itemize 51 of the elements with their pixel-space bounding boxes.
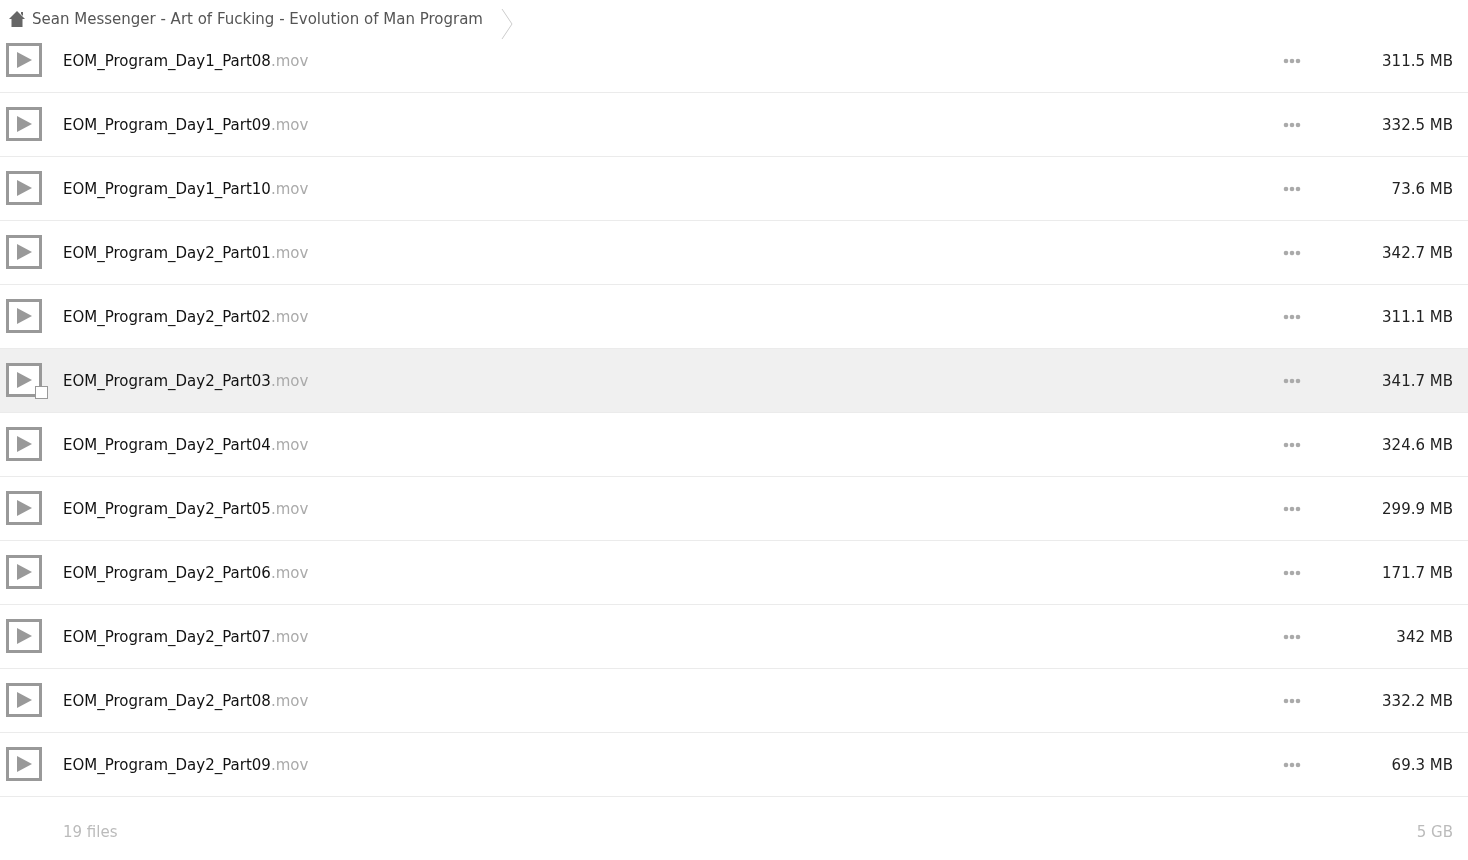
file-name[interactable]: EOM_Program_Day2_Part03.mov — [63, 371, 1283, 390]
file-name[interactable]: EOM_Program_Day2_Part08.mov — [63, 691, 1283, 710]
more-icon[interactable] — [1283, 569, 1301, 576]
home-icon[interactable] — [8, 10, 26, 28]
file-size: 342.7 MB — [1381, 243, 1453, 262]
file-name[interactable]: EOM_Program_Day2_Part09.mov — [63, 755, 1283, 774]
more-icon[interactable] — [1283, 505, 1301, 512]
file-size: 299.9 MB — [1381, 499, 1453, 518]
file-size: 69.3 MB — [1390, 755, 1453, 774]
more-icon[interactable] — [1283, 121, 1301, 128]
breadcrumb-link[interactable]: Sean Messenger - Art of Fucking - Evolution of Man Program — [32, 9, 483, 29]
file-name[interactable]: EOM_Program_Day2_Part05.mov — [63, 499, 1283, 518]
file-count: 19 files — [63, 823, 118, 841]
file-row[interactable]: EOM_Program_Day2_Part08.mov 332.2 MB — [0, 669, 1468, 733]
file-row[interactable]: EOM_Program_Day2_Part06.mov 171.7 MB — [0, 541, 1468, 605]
file-row[interactable]: EOM_Program_Day2_Part09.mov 69.3 MB — [0, 733, 1468, 797]
file-size: 341.7 MB — [1381, 371, 1453, 390]
more-icon[interactable] — [1283, 377, 1301, 384]
file-size: 342 MB — [1395, 627, 1453, 646]
file-row[interactable]: EOM_Program_Day1_Part10.mov 73.6 MB — [0, 157, 1468, 221]
more-icon[interactable] — [1283, 761, 1301, 768]
file-size: 332.5 MB — [1381, 115, 1453, 134]
more-icon[interactable] — [1283, 441, 1301, 448]
file-row[interactable]: EOM_Program_Day1_Part09.mov 332.5 MB — [0, 93, 1468, 157]
more-icon[interactable] — [1283, 249, 1301, 256]
file-size: 324.6 MB — [1381, 435, 1453, 454]
file-name[interactable]: EOM_Program_Day1_Part09.mov — [63, 115, 1283, 134]
chevron-icon — [500, 9, 513, 39]
file-name[interactable]: EOM_Program_Day2_Part07.mov — [63, 627, 1283, 646]
more-icon[interactable] — [1283, 185, 1301, 192]
total-size: 5 GB — [1416, 823, 1453, 841]
file-row[interactable]: EOM_Program_Day2_Part01.mov 342.7 MB — [0, 221, 1468, 285]
file-name[interactable]: EOM_Program_Day2_Part01.mov — [63, 243, 1283, 262]
file-name[interactable]: EOM_Program_Day1_Part08.mov — [63, 51, 1283, 70]
file-size: 311.1 MB — [1381, 307, 1453, 326]
file-name[interactable]: EOM_Program_Day1_Part10.mov — [63, 179, 1283, 198]
file-size: 171.7 MB — [1381, 563, 1453, 582]
file-row[interactable]: EOM_Program_Day2_Part04.mov 324.6 MB — [0, 413, 1468, 477]
more-icon[interactable] — [1283, 697, 1301, 704]
file-name[interactable]: EOM_Program_Day2_Part04.mov — [63, 435, 1283, 454]
file-row[interactable]: EOM_Program_Day2_Part05.mov 299.9 MB — [0, 477, 1468, 541]
file-row[interactable]: EOM_Program_Day2_Part07.mov 342 MB — [0, 605, 1468, 669]
file-name[interactable]: EOM_Program_Day2_Part06.mov — [63, 563, 1283, 582]
file-size: 332.2 MB — [1381, 691, 1453, 710]
more-icon[interactable] — [1283, 57, 1301, 64]
file-name[interactable]: EOM_Program_Day2_Part02.mov — [63, 307, 1283, 326]
file-size: 311.5 MB — [1381, 51, 1453, 70]
file-row[interactable]: EOM_Program_Day1_Part08.mov 311.5 MB — [0, 29, 1468, 93]
more-icon[interactable] — [1283, 313, 1301, 320]
more-icon[interactable] — [1283, 633, 1301, 640]
file-size: 73.6 MB — [1390, 179, 1453, 198]
